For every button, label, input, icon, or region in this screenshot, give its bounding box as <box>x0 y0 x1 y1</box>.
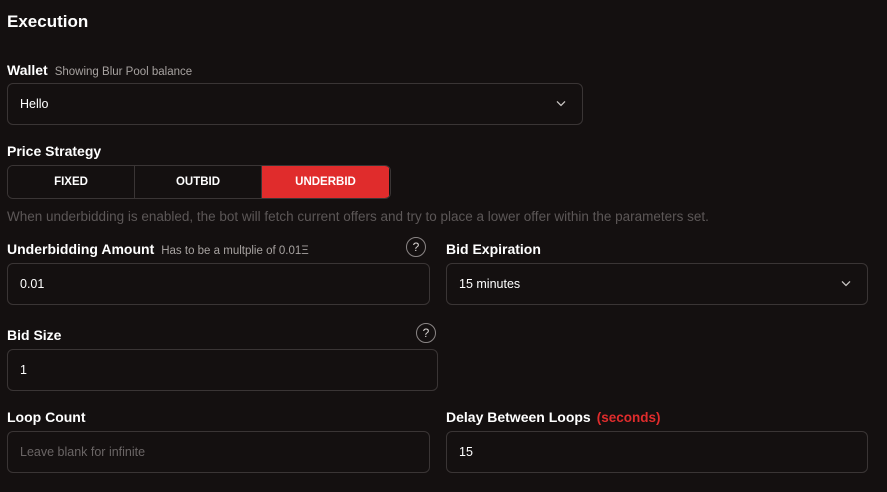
underbidding-amount-hint: Has to be a multplie of 0.01Ξ <box>161 245 309 257</box>
underbidding-amount-field[interactable] <box>20 277 429 291</box>
underbidding-amount-input[interactable] <box>7 263 430 305</box>
price-strategy-fixed-button[interactable]: FIXED <box>8 166 135 198</box>
delay-between-loops-input[interactable] <box>446 431 868 473</box>
help-icon[interactable]: ? <box>416 323 436 343</box>
bid-size-field[interactable] <box>20 363 437 377</box>
loop-count-field[interactable] <box>20 445 429 459</box>
bid-expiration-select[interactable]: 15 minutes <box>446 263 868 305</box>
wallet-select[interactable]: Hello <box>7 83 583 125</box>
wallet-select-value: Hello <box>20 97 49 111</box>
price-strategy-underbid-button[interactable]: UNDERBID <box>262 166 389 198</box>
wallet-label-row: Wallet Showing Blur Pool balance <box>7 62 192 78</box>
price-strategy-toggle: FIXED OUTBID UNDERBID <box>7 165 391 199</box>
wallet-hint: Showing Blur Pool balance <box>54 66 193 78</box>
bid-size-input[interactable] <box>7 349 438 391</box>
help-icon[interactable]: ? <box>406 237 426 257</box>
bid-expiration-label: Bid Expiration <box>446 241 541 257</box>
loop-count-label: Loop Count <box>7 409 86 425</box>
chevron-down-icon <box>556 100 566 107</box>
wallet-label: Wallet <box>7 62 48 78</box>
price-strategy-label: Price Strategy <box>7 143 102 159</box>
delay-between-loops-label: Delay Between Loops <box>446 409 591 425</box>
underbidding-amount-label-row: Underbidding Amount Has to be a multplie … <box>7 241 309 257</box>
bid-expiration-value: 15 minutes <box>459 277 521 291</box>
chevron-down-icon <box>841 280 851 287</box>
delay-between-loops-field[interactable] <box>459 445 867 459</box>
delay-unit-label: (seconds) <box>596 410 661 425</box>
price-strategy-description: When underbidding is enabled, the bot wi… <box>7 209 709 224</box>
bid-size-label: Bid Size <box>7 327 62 343</box>
loop-count-input[interactable] <box>7 431 430 473</box>
price-strategy-outbid-button[interactable]: OUTBID <box>135 166 262 198</box>
delay-between-loops-label-row: Delay Between Loops (seconds) <box>446 409 660 425</box>
section-title: Execution <box>7 12 89 31</box>
underbidding-amount-label: Underbidding Amount <box>7 241 155 257</box>
